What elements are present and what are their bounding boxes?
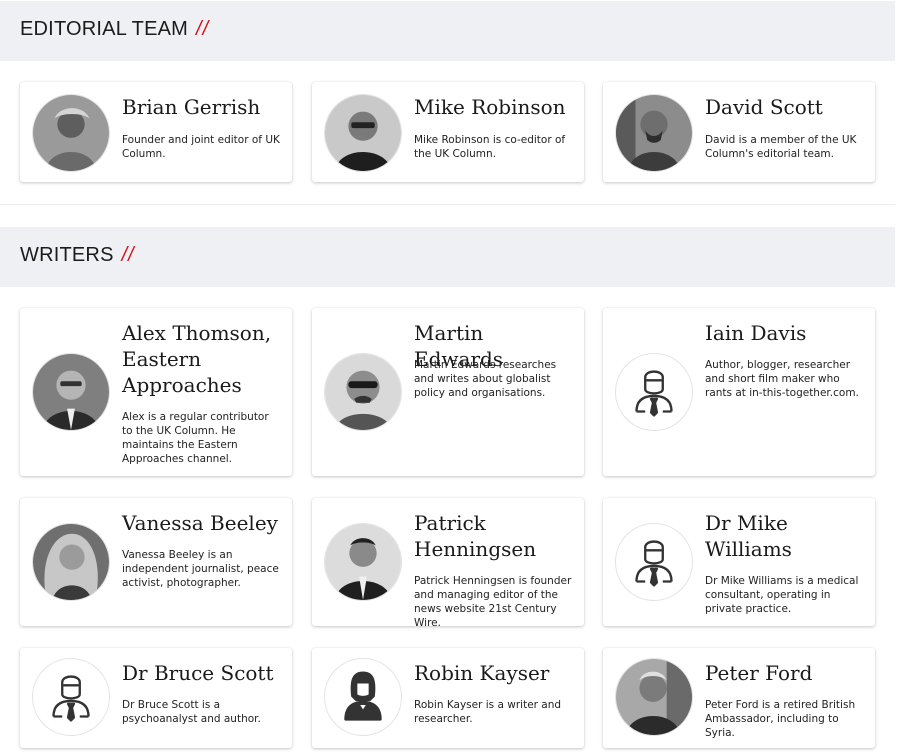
member-bio: David is a member of the UK Column's edi… [705, 134, 857, 160]
avatar [32, 353, 110, 431]
writer-name[interactable]: Dr Bruce Scott [122, 660, 282, 686]
section-title: EDITORIAL TEAM// [20, 18, 210, 40]
person-placeholder-icon [615, 353, 693, 431]
writer-card-peter-ford[interactable]: Peter Ford Peter Ford is a retired Briti… [603, 648, 875, 748]
slash-accent: // [196, 18, 210, 40]
writer-name[interactable]: Dr Mike Williams [705, 510, 865, 562]
team-card-david-scott[interactable]: David Scott David is a member of the UK … [603, 82, 875, 182]
writer-card-dr-mike-williams[interactable]: Dr Mike Williams Dr Mike Williams is a m… [603, 498, 875, 626]
person-placeholder-icon [615, 523, 693, 601]
avatar [324, 523, 402, 601]
writer-name[interactable]: Vanessa Beeley [122, 510, 282, 536]
section-title: WRITERS// [20, 244, 135, 266]
avatar [615, 658, 693, 736]
writer-bio: Robin Kayser is a writer and researcher. [414, 699, 562, 725]
writer-card-dr-bruce-scott[interactable]: Dr Bruce Scott Dr Bruce Scott is a psych… [20, 648, 292, 748]
avatar [32, 523, 110, 601]
writer-card-robin-kayser[interactable]: Robin Kayser Robin Kayser is a writer an… [312, 648, 584, 748]
writer-bio: Patrick Henningsen is founder and managi… [414, 575, 572, 629]
team-card-brian-gerrish[interactable]: Brian Gerrish Founder and joint editor o… [20, 82, 292, 182]
section-divider [0, 204, 895, 228]
female-person-placeholder-icon [324, 658, 402, 736]
writer-bio: Dr Bruce Scott is a psychoanalyst and au… [122, 699, 261, 725]
avatar [324, 94, 402, 172]
writer-card-iain-davis[interactable]: Iain Davis Author, blogger, researcher a… [603, 308, 875, 476]
editorial-team-header: EDITORIAL TEAM// [0, 1, 895, 61]
writer-card-martin-edwards[interactable]: Martin Edwards Martin Edwards researches… [312, 308, 584, 476]
person-placeholder-icon [32, 658, 110, 736]
avatar [32, 94, 110, 172]
writer-bio: Vanessa Beeley is an independent journal… [122, 549, 279, 589]
writer-bio: Peter Ford is a retired British Ambassad… [705, 699, 856, 739]
writer-card-patrick-henningsen[interactable]: Patrick Henningsen Patrick Henningsen is… [312, 498, 584, 629]
writer-name[interactable]: Peter Ford [705, 660, 865, 686]
writer-name[interactable]: Iain Davis [705, 320, 865, 346]
member-bio: Mike Robinson is co-editor of the UK Col… [414, 134, 566, 160]
writer-bio: Author, blogger, researcher and short fi… [705, 359, 859, 399]
writer-bio: Dr Mike Williams is a medical consultant… [705, 575, 859, 615]
writer-card-vanessa-beeley[interactable]: Vanessa Beeley Vanessa Beeley is an inde… [20, 498, 292, 626]
writer-bio: Martin Edwards researches and writes abo… [414, 359, 557, 399]
member-bio: Founder and joint editor of UK Column. [122, 134, 280, 160]
avatar [615, 94, 693, 172]
avatar [324, 353, 402, 431]
member-name[interactable]: David Scott [705, 94, 865, 120]
writer-name[interactable]: Alex Thomson, Eastern Approaches [122, 320, 282, 398]
writer-bio: Alex is a regular contributor to the UK … [122, 411, 269, 465]
member-name[interactable]: Brian Gerrish [122, 94, 282, 120]
writers-header: WRITERS// [0, 227, 895, 287]
team-card-mike-robinson[interactable]: Mike Robinson Mike Robinson is co-editor… [312, 82, 584, 182]
slash-accent: // [121, 244, 135, 266]
member-name[interactable]: Mike Robinson [414, 94, 574, 120]
writer-name[interactable]: Robin Kayser [414, 660, 574, 686]
writer-name[interactable]: Patrick Henningsen [414, 510, 574, 562]
writer-card-alex-thomson[interactable]: Alex Thomson, Eastern Approaches Alex is… [20, 308, 292, 476]
